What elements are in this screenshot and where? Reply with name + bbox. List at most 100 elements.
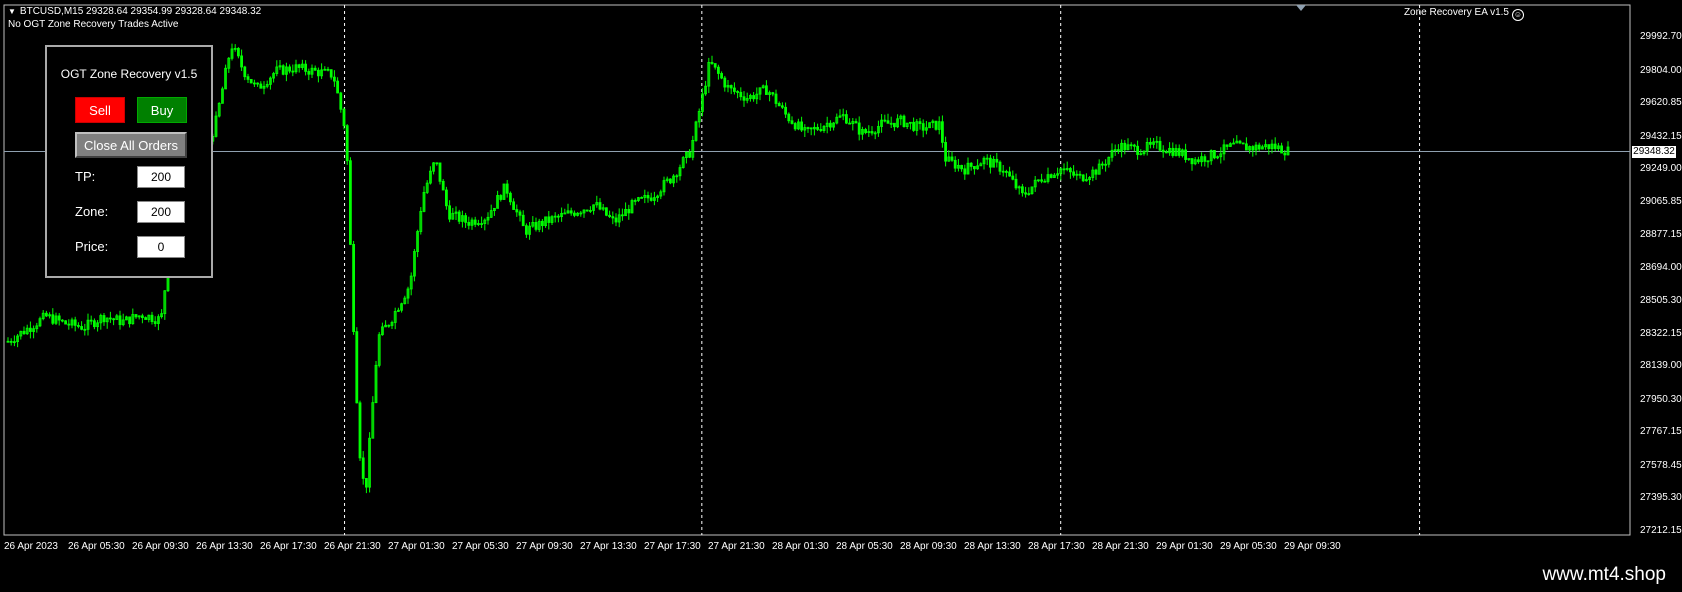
candle-body	[934, 120, 938, 130]
candle-body	[1161, 149, 1165, 153]
candle-body	[633, 200, 637, 202]
candle-body	[1040, 179, 1043, 182]
candle-body	[621, 214, 624, 217]
chart-window[interactable]: ▼ BTCUSD,M15 29328.64 29354.99 29328.64 2…	[0, 0, 1682, 560]
candle-body	[598, 202, 602, 210]
candle-body	[518, 211, 522, 216]
panel-title: OGT Zone Recovery v1.5	[60, 67, 198, 81]
price-tick-label: 29620.85	[1640, 97, 1682, 109]
zone-label: Zone:	[75, 204, 109, 219]
candle-body	[627, 208, 631, 214]
candle-body	[339, 92, 343, 110]
candle-body	[1267, 144, 1271, 150]
candle-body	[355, 331, 359, 404]
candle-body	[960, 164, 963, 170]
candle-body	[1049, 174, 1053, 178]
close-all-orders-button[interactable]: Close All Orders	[75, 132, 187, 158]
price-label: Price:	[75, 239, 109, 254]
candle-body	[1190, 158, 1194, 165]
candle-body	[1117, 149, 1120, 152]
candle-body	[1101, 163, 1104, 166]
candle-body	[557, 215, 560, 218]
tp-input[interactable]	[137, 166, 185, 188]
candle-body	[733, 87, 736, 92]
candle-body	[252, 82, 256, 85]
candle-body	[45, 312, 48, 317]
candle-body	[89, 319, 93, 322]
candle-body	[819, 129, 823, 131]
time-tick-label: 27 Apr 09:30	[516, 541, 573, 552]
candle-body	[1069, 168, 1072, 173]
chart-shift-marker-icon	[1296, 5, 1306, 11]
price-chart[interactable]	[0, 0, 1682, 560]
candle-body	[950, 156, 954, 161]
candle-body	[387, 324, 391, 327]
time-tick-label: 27 Apr 05:30	[452, 541, 509, 552]
candle-body	[93, 320, 96, 328]
time-tick-label: 26 Apr 05:30	[68, 541, 125, 552]
candle-body	[521, 214, 525, 227]
time-tick-label: 26 Apr 13:30	[196, 541, 253, 552]
price-tick-label: 29992.70	[1640, 31, 1682, 42]
dropdown-arrow-icon[interactable]: ▼	[8, 7, 16, 16]
candle-body	[1280, 145, 1283, 154]
candle-body	[1136, 145, 1139, 155]
watermark-text: www.mt4.shop	[1542, 564, 1666, 585]
smiley-icon: ☺	[1512, 9, 1524, 21]
expert-advisor-label[interactable]: Zone Recovery EA v1.5 ☺	[1404, 7, 1524, 21]
candle-body	[313, 67, 317, 71]
candle-body	[1043, 180, 1047, 183]
candle-body	[886, 120, 890, 124]
candle-body	[1062, 168, 1066, 171]
candle-body	[809, 127, 813, 130]
candle-body	[963, 168, 967, 175]
candle-body	[720, 73, 723, 79]
time-tick-label: 26 Apr 21:30	[324, 541, 381, 552]
price-tick-label: 28505.30	[1640, 295, 1682, 307]
candle-body	[307, 70, 311, 75]
candle-body	[444, 189, 448, 207]
candle-body	[128, 316, 132, 325]
candle-body	[467, 221, 471, 226]
zone-input[interactable]	[137, 201, 185, 223]
candle-body	[326, 68, 330, 71]
candle-body	[857, 122, 861, 135]
time-tick-label: 28 Apr 01:30	[772, 541, 829, 552]
candle-body	[345, 125, 349, 162]
candle-body	[1171, 147, 1175, 156]
candle-body	[870, 131, 874, 134]
candle-body	[153, 321, 157, 324]
candle-body	[829, 122, 832, 128]
buy-button[interactable]: Buy	[137, 97, 187, 123]
time-tick-label: 29 Apr 01:30	[1156, 541, 1213, 552]
candle-body	[1021, 186, 1024, 194]
candle-body	[765, 85, 768, 95]
candle-body	[150, 314, 154, 322]
chart-frame	[3, 4, 1631, 536]
sell-button[interactable]: Sell	[75, 97, 125, 123]
candle-body	[845, 114, 848, 124]
candle-body	[729, 85, 733, 89]
candle-body	[112, 318, 115, 321]
candle-body	[28, 327, 32, 332]
candle-body	[541, 220, 544, 227]
candle-body	[473, 219, 477, 225]
candle-body	[736, 91, 739, 93]
price-input[interactable]	[137, 236, 185, 258]
candle-body	[989, 157, 992, 168]
candle-body	[1257, 144, 1261, 150]
candle-body	[1011, 175, 1015, 180]
candle-body	[336, 80, 340, 94]
price-tick-label: 28322.15	[1640, 327, 1682, 339]
candle-body	[1158, 140, 1162, 151]
candle-body	[723, 77, 727, 88]
price-tick-label: 27212.15	[1640, 525, 1682, 536]
candle-body	[73, 319, 77, 326]
candle-body	[902, 115, 906, 127]
candle-body	[525, 225, 528, 235]
candle-body	[249, 78, 253, 84]
candle-body	[77, 324, 80, 327]
symbol-info: ▼ BTCUSD,M15 29328.64 29354.99 29328.64 2…	[8, 6, 261, 17]
time-tick-label: 28 Apr 13:30	[964, 541, 1021, 552]
candle-body	[848, 122, 851, 125]
